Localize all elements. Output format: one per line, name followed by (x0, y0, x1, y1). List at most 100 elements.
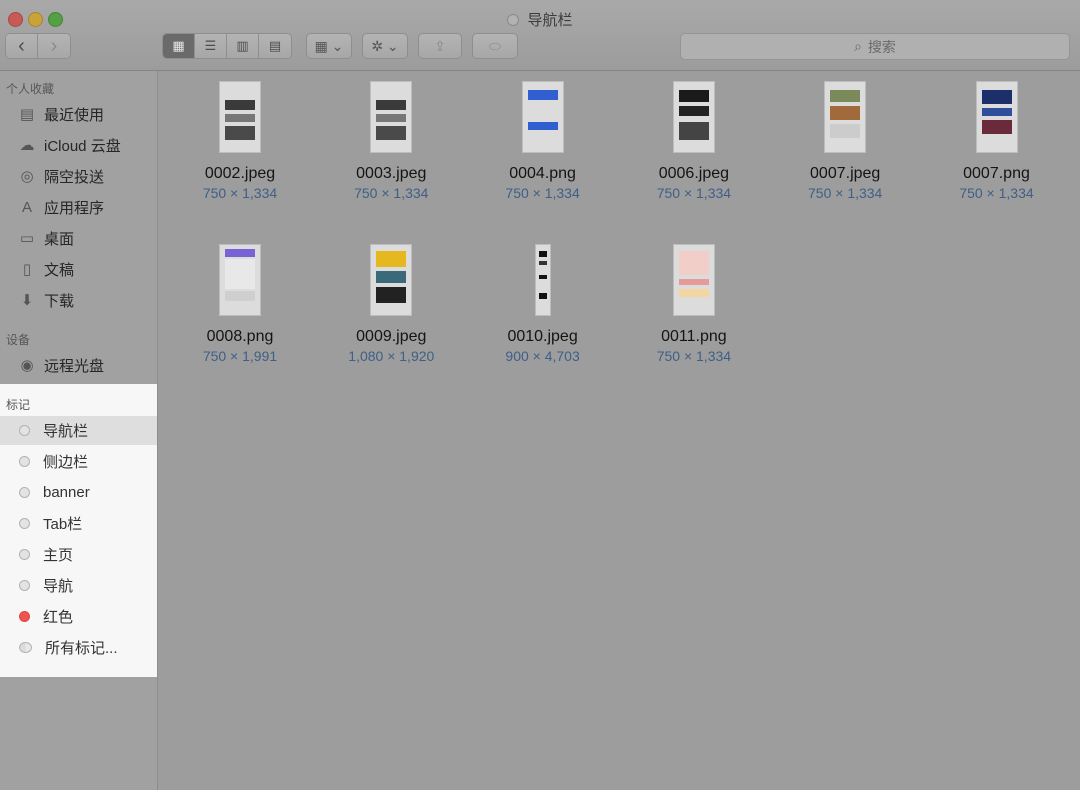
sidebar-item-label: 最近使用 (44, 106, 105, 124)
tag-item[interactable]: 红色 (0, 602, 157, 631)
tag-item[interactable]: 主页 (0, 540, 157, 569)
sidebar-item-label: iCloud 云盘 (44, 137, 121, 155)
tag-label: 红色 (43, 609, 74, 626)
download-icon: ⬇ (20, 292, 34, 309)
tag-item[interactable]: 导航 (0, 571, 157, 600)
file-item[interactable]: 0010.jpeg 900 × 4,703 (468, 244, 618, 364)
file-thumbnail (824, 81, 867, 153)
tag-color-dot-icon (19, 642, 32, 653)
tag-label: 所有标记... (45, 640, 118, 657)
thumbnail-block (678, 279, 709, 285)
file-dimensions: 750 × 1,334 (656, 185, 732, 201)
devices-header: 设备 (6, 333, 31, 347)
file-thumbnail (975, 81, 1018, 153)
list-view-button[interactable]: ☰ (195, 34, 227, 58)
file-thumbnail (219, 81, 261, 153)
sidebar-item-label: 桌面 (44, 230, 75, 248)
sidebar-item[interactable]: ▭ 桌面 (0, 224, 157, 252)
file-item[interactable]: 0003.jpeg 750 × 1,334 (316, 81, 466, 201)
thumbnail-block (376, 287, 407, 303)
file-thumbnail (521, 81, 564, 153)
title-bar: 导航栏 ‹ › ▦ ☰ ▥ ▤ ▦ ⌄ ✲ ⌄ ⇪ ⬭ ⌕ 搜索 (0, 0, 1080, 71)
window-title-text: 导航栏 (527, 12, 573, 29)
tag-color-dot-icon (19, 580, 30, 591)
thumbnail-block (981, 120, 1012, 134)
finder-window: 导航栏 ‹ › ▦ ☰ ▥ ▤ ▦ ⌄ ✲ ⌄ ⇪ ⬭ ⌕ 搜索 个人收藏 ▤ 最近使用… (0, 0, 1080, 790)
tag-item[interactable]: Tab栏 (0, 509, 157, 538)
desktop-icon: ▭ (19, 230, 35, 247)
tag-item[interactable]: 侧边栏 (0, 447, 157, 476)
share-button[interactable]: ⇪ (418, 33, 462, 59)
tag-shape-icon: ⬭ (489, 37, 501, 54)
arrange-button[interactable]: ▦ ⌄ (306, 33, 352, 59)
file-item[interactable]: 0006.jpeg 750 × 1,334 (619, 81, 769, 201)
file-item[interactable]: 0011.png 750 × 1,334 (619, 244, 769, 364)
thumbnail-block (678, 122, 709, 140)
favorites-header: 个人收藏 (6, 82, 55, 96)
search-field[interactable]: ⌕ 搜索 (680, 33, 1070, 60)
tag-label: 导航 (43, 578, 74, 595)
file-item[interactable]: 0009.jpeg 1,080 × 1,920 (316, 244, 466, 364)
sidebar-item[interactable]: ▤ 最近使用 (0, 100, 157, 128)
tags-section: 标记 导航栏侧边栏 banner Tab栏主页导航红色所有标记... (0, 384, 157, 677)
share-icon: ⇪ (434, 37, 446, 54)
file-dimensions: 750 × 1,334 (656, 348, 732, 364)
thumbnail-block (678, 289, 709, 297)
icon-view-button[interactable]: ▦ (163, 34, 195, 58)
sidebar-item-label: 应用程序 (44, 199, 105, 217)
tag-item[interactable]: 所有标记... (0, 633, 157, 662)
tag-label: 导航栏 (43, 423, 89, 440)
thumbnail-block (527, 90, 558, 100)
tag-label: Tab栏 (43, 516, 83, 533)
sidebar-item[interactable]: ▯ 文稿 (0, 255, 157, 283)
airdrop-icon: ◎ (20, 168, 34, 185)
tag-color-dot-icon (19, 549, 30, 560)
sidebar-item[interactable]: ◉ 远程光盘 (0, 351, 157, 379)
sidebar-item[interactable]: ⬇ 下载 (0, 286, 157, 314)
tags-header: 标记 (6, 398, 31, 412)
file-item[interactable]: 0002.jpeg 750 × 1,334 (165, 81, 315, 201)
thumbnail-block (527, 102, 558, 118)
thumbnail-block (538, 251, 547, 257)
gallery-view-button[interactable]: ▤ (259, 34, 291, 58)
view-mode-control: ▦ ☰ ▥ ▤ (162, 33, 292, 59)
thumbnail-block (538, 293, 547, 299)
search-icon: ⌕ (854, 38, 862, 54)
tag-label: banner (43, 484, 90, 501)
file-item[interactable]: 0008.png 750 × 1,991 (165, 244, 315, 364)
file-name: 0004.png (509, 165, 576, 182)
sidebar-item[interactable]: A 应用程序 (0, 193, 157, 221)
tag-color-dot-icon (19, 487, 30, 498)
tag-item[interactable]: 导航栏 (0, 416, 157, 445)
thumbnail-block (830, 124, 861, 138)
file-name: 0009.jpeg (356, 328, 427, 345)
thumbnail-block (376, 100, 407, 110)
file-name: 0002.jpeg (204, 165, 276, 182)
arrange-icon: ▦ ⌄ (314, 37, 344, 54)
file-dimensions: 1,080 × 1,920 (348, 348, 435, 364)
file-item[interactable]: 0004.png 750 × 1,334 (468, 81, 618, 201)
file-item[interactable]: 0007.png 750 × 1,334 (922, 81, 1072, 201)
tag-item[interactable]: banner (0, 478, 157, 507)
column-view-button[interactable]: ▥ (227, 34, 259, 58)
file-dimensions: 900 × 4,703 (505, 348, 580, 364)
tag-button[interactable]: ⬭ (472, 33, 518, 59)
file-dimensions: 750 × 1,991 (202, 348, 278, 364)
sidebar-item[interactable]: ◎ 隔空投送 (0, 162, 157, 190)
thumbnail-block (527, 122, 558, 130)
file-thumbnail (672, 81, 715, 153)
gear-icon: ✲ ⌄ (371, 37, 399, 54)
forward-button[interactable]: › (38, 34, 70, 58)
file-thumbnail (219, 244, 261, 316)
file-item[interactable]: 0007.jpeg 750 × 1,334 (770, 81, 920, 201)
action-button[interactable]: ✲ ⌄ (362, 33, 408, 59)
tag-icon (507, 14, 520, 27)
thumbnail-block (538, 261, 547, 265)
file-name: 0010.jpeg (507, 328, 578, 345)
sidebar-item[interactable]: ☁ iCloud 云盘 (0, 131, 157, 159)
back-button[interactable]: ‹ (6, 34, 38, 58)
tag-color-dot-icon (19, 425, 30, 436)
clock-icon: ▤ (19, 106, 35, 123)
thumbnail-block (225, 291, 255, 301)
file-name: 0006.jpeg (658, 165, 730, 182)
